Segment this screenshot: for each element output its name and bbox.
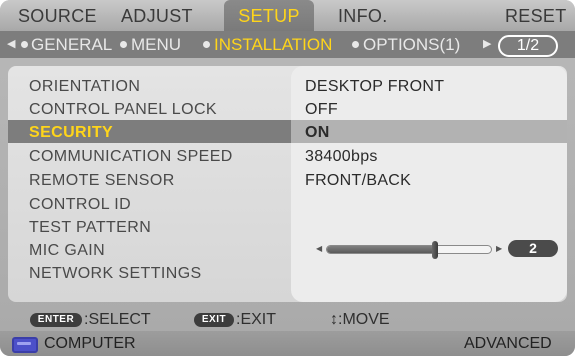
subtab-general[interactable]: GENERAL (31, 31, 112, 58)
main-tab-bar: SOURCE ADJUST SETUP INFO. RESET (0, 0, 575, 31)
page-indicator: 1/2 (498, 35, 558, 57)
menu-item-label: TEST PATTERN (29, 219, 152, 236)
status-bar: COMPUTER ADVANCED (0, 331, 575, 356)
menu-item-label: CONTROL PANEL LOCK (29, 101, 217, 118)
mic-gain-value: 2 (508, 240, 558, 257)
menu-mode-label: ADVANCED (464, 335, 552, 352)
menu-item-label: REMOTE SENSOR (29, 172, 175, 189)
menu-item-label: CONTROL ID (29, 196, 132, 213)
menu-item-communication-speed[interactable]: COMMUNICATION SPEED 38400bps (8, 144, 567, 167)
enter-action-label: :SELECT (84, 311, 151, 328)
tab-adjust[interactable]: ADJUST (121, 0, 193, 31)
tab-source[interactable]: SOURCE (18, 0, 97, 31)
menu-item-label: ORIENTATION (29, 78, 141, 95)
menu-item-security[interactable]: SECURITY ON (8, 120, 567, 143)
exit-key-badge: EXIT (194, 313, 234, 327)
menu-item-remote-sensor[interactable]: REMOTE SENSOR FRONT/BACK (8, 168, 567, 191)
slider-increase-icon[interactable]: ▶ (496, 244, 502, 253)
current-source-label: COMPUTER (44, 335, 136, 352)
scroll-right-icon[interactable]: ▶ (483, 31, 491, 58)
tab-info[interactable]: INFO. (338, 0, 388, 31)
subtab-installation[interactable]: INSTALLATION (214, 31, 332, 58)
menu-item-value: ON (305, 124, 330, 141)
move-action-label: ↕:MOVE (330, 311, 390, 328)
menu-item-value: 38400bps (305, 148, 378, 165)
slider-decrease-icon[interactable]: ◀ (316, 244, 322, 253)
menu-item-label: SECURITY (29, 124, 114, 141)
menu-item-value: FRONT/BACK (305, 172, 412, 189)
menu-item-label: NETWORK SETTINGS (29, 265, 202, 282)
menu-item-control-panel-lock[interactable]: CONTROL PANEL LOCK OFF (8, 97, 567, 120)
tab-setup[interactable]: SETUP (224, 0, 314, 31)
mic-gain-slider[interactable] (326, 241, 492, 259)
bullet-icon (352, 41, 359, 48)
slider-thumb[interactable] (432, 241, 438, 259)
subtab-menu[interactable]: MENU (131, 31, 181, 58)
scroll-left-icon[interactable]: ◀ (7, 31, 15, 58)
menu-item-orientation[interactable]: ORIENTATION DESKTOP FRONT (8, 74, 567, 97)
sub-tab-bar: ◀ GENERAL MENU INSTALLATION OPTIONS(1) ▶… (0, 31, 575, 58)
enter-key-badge: ENTER (30, 313, 82, 327)
menu-item-label: COMMUNICATION SPEED (29, 148, 233, 165)
menu-item-network-settings[interactable]: NETWORK SETTINGS (8, 261, 567, 284)
bullet-icon (120, 41, 127, 48)
subtab-options-1[interactable]: OPTIONS(1) (363, 31, 460, 58)
menu-item-value: OFF (305, 101, 338, 118)
menu-item-control-id[interactable]: CONTROL ID (8, 192, 567, 215)
menu-item-value: DESKTOP FRONT (305, 78, 445, 95)
exit-action-label: :EXIT (236, 311, 277, 328)
menu-item-test-pattern[interactable]: TEST PATTERN (8, 215, 567, 238)
computer-source-icon (12, 337, 38, 353)
menu-item-label: MIC GAIN (29, 242, 106, 259)
slider-fill (327, 246, 435, 253)
bullet-icon (203, 41, 210, 48)
projector-osd-menu: SOURCE ADJUST SETUP INFO. RESET ◀ GENERA… (0, 0, 575, 356)
bullet-icon (21, 41, 28, 48)
tab-reset[interactable]: RESET (505, 0, 567, 31)
